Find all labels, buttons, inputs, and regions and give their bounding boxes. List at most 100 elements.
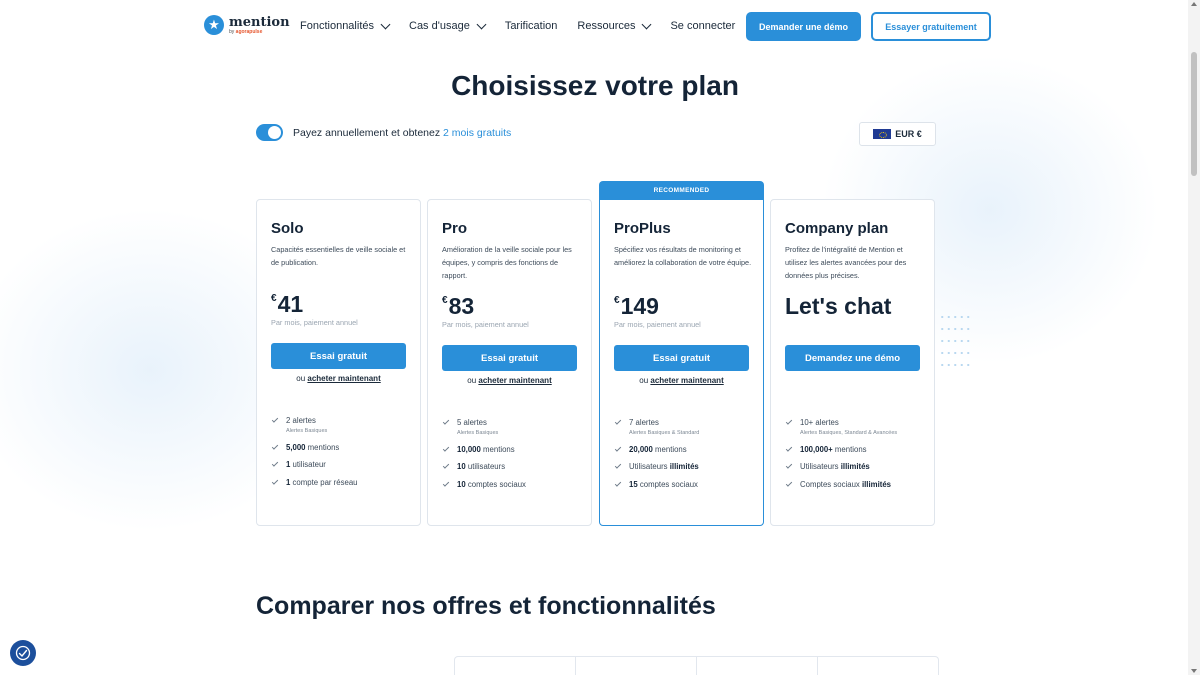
feature-item: 100,000+ mentions bbox=[785, 445, 897, 454]
feature-item: 10 utilisateurs bbox=[442, 462, 526, 471]
buy-now-link[interactable]: acheter maintenant bbox=[478, 376, 551, 385]
billing-text: Payez annuellement et obtenez 2 mois gra… bbox=[293, 126, 512, 139]
plan-description: Capacités essentielles de veille sociale… bbox=[271, 245, 406, 267]
free-trial-button[interactable]: Essai gratuit bbox=[614, 345, 749, 371]
check-icon bbox=[442, 462, 450, 469]
feature-item: Utilisateurs illimités bbox=[614, 462, 699, 471]
request-demo-button[interactable]: Demander une démo bbox=[746, 12, 861, 41]
feature-item: 10+ alertes Alertes Basiques, Standard & … bbox=[785, 418, 897, 436]
compare-table bbox=[454, 656, 939, 675]
plan-description: Profitez de l'intégralité de Mention et … bbox=[785, 245, 907, 280]
buy-now-line: ou acheter maintenant bbox=[639, 376, 724, 385]
plan-description: Spécifiez vos résultats de monitoring et… bbox=[614, 245, 752, 267]
check-icon bbox=[442, 418, 450, 425]
feature-item: 10 comptes sociaux bbox=[442, 480, 526, 489]
check-icon bbox=[271, 442, 279, 450]
free-trial-button[interactable]: Essai gratuit bbox=[442, 345, 577, 371]
buy-now-link[interactable]: acheter maintenant bbox=[307, 374, 380, 383]
plan-name: ProPlus bbox=[614, 220, 671, 237]
recommended-badge: RECOMMENDED bbox=[599, 181, 764, 200]
feature-item: Utilisateurs illimités bbox=[785, 462, 897, 471]
logo[interactable]: ★ mention by agorapulse bbox=[204, 15, 290, 35]
feature-item: 1 compte par réseau bbox=[271, 478, 358, 487]
plan-name: Pro bbox=[442, 220, 468, 237]
plan-price: €41 bbox=[271, 291, 304, 317]
nav-item-label: Tarification bbox=[504, 20, 558, 32]
plan-price-text: Let's chat bbox=[785, 293, 892, 319]
compare-column bbox=[818, 657, 938, 675]
price-subtext: Par mois, paiement annuel bbox=[614, 320, 701, 329]
nav-item-label: Se connecter bbox=[670, 20, 736, 32]
check-icon bbox=[271, 460, 279, 467]
plan-card-pro: Pro Amélioration de la veille sociale po… bbox=[427, 199, 592, 526]
check-icon bbox=[442, 444, 450, 452]
logo-word: mention bbox=[229, 14, 290, 30]
buy-now-line: ou acheter maintenant bbox=[296, 374, 381, 383]
nav-item-cas-usage[interactable]: Cas d'usage bbox=[409, 19, 487, 32]
feature-item: 2 alertes Alertes Basiques bbox=[271, 416, 358, 434]
accessibility-glyph bbox=[15, 645, 31, 661]
decorative-dots bbox=[939, 311, 973, 375]
currency-label: EUR € bbox=[895, 129, 922, 139]
feature-list: 7 alertes Alertes Basiques & Standard 20,… bbox=[614, 418, 699, 497]
request-demo-button[interactable]: Demandez une démo bbox=[785, 345, 920, 371]
accessibility-icon[interactable] bbox=[10, 640, 36, 666]
feature-item: 5 alertes Alertes Basiques bbox=[442, 418, 526, 436]
nav-item-label: Fonctionnalités bbox=[300, 20, 374, 32]
feature-item: 15 comptes sociaux bbox=[614, 480, 699, 489]
nav-item-ressources[interactable]: Ressources bbox=[577, 19, 652, 32]
chevron-down-icon bbox=[476, 19, 487, 29]
compare-column bbox=[455, 657, 576, 675]
check-icon bbox=[614, 462, 622, 469]
nav-links: Fonctionnalités Cas d'usage Tarification… bbox=[300, 19, 755, 32]
feature-item: 7 alertes Alertes Basiques & Standard bbox=[614, 418, 699, 436]
nav-item-label: Cas d'usage bbox=[409, 20, 470, 32]
plan-price: €83 bbox=[442, 293, 475, 319]
feature-item: 1 utilisateur bbox=[271, 460, 358, 469]
free-trial-button[interactable]: Essayer gratuitement bbox=[871, 12, 991, 41]
chevron-down-icon bbox=[380, 19, 391, 29]
check-icon bbox=[614, 480, 622, 487]
scroll-down-arrow-icon[interactable] bbox=[1191, 669, 1197, 673]
nav-item-tarification[interactable]: Tarification bbox=[505, 20, 558, 32]
check-icon bbox=[785, 462, 793, 469]
feature-item: 5,000 mentions bbox=[271, 443, 358, 452]
compare-section-title: Comparer nos offres et fonctionnalités bbox=[256, 592, 716, 620]
chevron-down-icon bbox=[642, 19, 652, 29]
check-icon bbox=[785, 444, 793, 452]
free-trial-button[interactable]: Essai gratuit bbox=[271, 343, 406, 369]
check-icon bbox=[271, 478, 279, 485]
check-icon bbox=[785, 418, 793, 425]
check-icon bbox=[785, 480, 793, 487]
star-icon: ★ bbox=[204, 15, 224, 35]
feature-list: 2 alertes Alertes Basiques 5,000 mentions… bbox=[271, 416, 358, 495]
compare-column bbox=[576, 657, 697, 675]
check-icon bbox=[442, 480, 450, 487]
logo-sub: by agorapulse bbox=[229, 28, 263, 35]
top-navigation: ★ mention by agorapulse Fonctionnalités … bbox=[0, 0, 1188, 54]
plan-description: Amélioration de la veille sociale pour l… bbox=[442, 245, 572, 280]
feature-item: Comptes sociaux illimités bbox=[785, 480, 897, 489]
buy-now-line: ou acheter maintenant bbox=[467, 376, 552, 385]
scroll-up-arrow-icon[interactable] bbox=[1191, 2, 1197, 6]
eu-flag-icon bbox=[873, 129, 892, 139]
billing-toggle-row: Payez annuellement et obtenez 2 mois gra… bbox=[256, 124, 511, 141]
feature-item: 10,000 mentions bbox=[442, 445, 526, 454]
feature-list: 10+ alertes Alertes Basiques, Standard & … bbox=[785, 418, 897, 497]
currency-selector[interactable]: EUR € bbox=[859, 122, 936, 146]
nav-item-fonctionnalites[interactable]: Fonctionnalités bbox=[300, 19, 391, 32]
buy-now-link[interactable]: acheter maintenant bbox=[650, 376, 723, 385]
plan-name: Solo bbox=[271, 220, 304, 237]
nav-item-label: Ressources bbox=[577, 20, 636, 32]
feature-item: 20,000 mentions bbox=[614, 445, 699, 454]
plan-name: Company plan bbox=[785, 220, 889, 237]
scroll-thumb[interactable] bbox=[1191, 52, 1197, 176]
feature-list: 5 alertes Alertes Basiques 10,000 mention… bbox=[442, 418, 526, 497]
plan-card-solo: Solo Capacités essentielles de veille so… bbox=[256, 199, 421, 526]
plan-price: €149 bbox=[614, 293, 659, 319]
billing-offer-link: 2 mois gratuits bbox=[443, 126, 512, 139]
price-subtext: Par mois, paiement annuel bbox=[442, 320, 529, 329]
price-subtext: Par mois, paiement annuel bbox=[271, 318, 358, 327]
nav-item-se-connecter[interactable]: Se connecter bbox=[670, 20, 735, 32]
annual-billing-toggle[interactable] bbox=[256, 124, 283, 141]
